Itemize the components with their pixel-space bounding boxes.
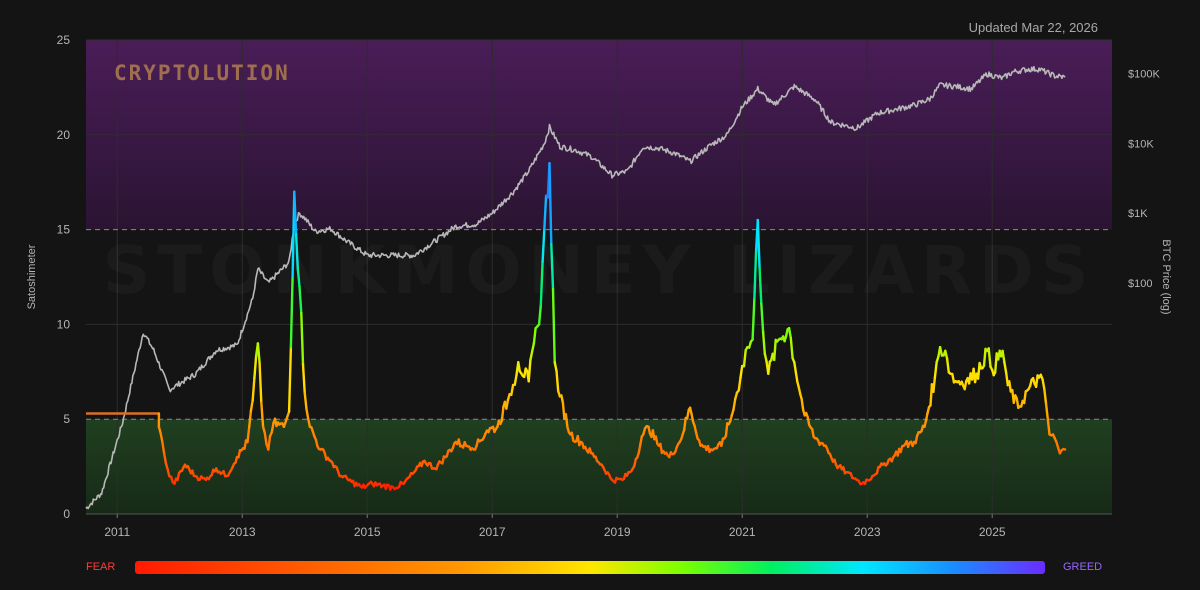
y-tick-label: 20 bbox=[57, 128, 71, 142]
satoshimeter-segment bbox=[739, 364, 744, 379]
satoshimeter-segment bbox=[1008, 380, 1012, 393]
satoshimeter-segment bbox=[564, 413, 569, 429]
greed-label: GREED bbox=[1063, 561, 1103, 573]
satoshimeter-segment bbox=[1003, 361, 1008, 374]
satoshimeter-segment bbox=[761, 330, 766, 355]
y-tick-label: 15 bbox=[57, 223, 71, 237]
satoshimeter-segment bbox=[247, 409, 253, 429]
y-tick-label: 10 bbox=[57, 317, 71, 331]
satoshimeter-segment bbox=[933, 360, 938, 379]
satoshimeter-segment bbox=[307, 417, 312, 428]
x-tick-label: 2017 bbox=[479, 525, 506, 539]
satoshimeter-segment bbox=[256, 342, 261, 365]
satoshimeter-segment bbox=[686, 408, 690, 420]
satoshimeter-segment bbox=[945, 357, 950, 374]
satoshimeter-segment bbox=[938, 346, 944, 357]
updated-date: Updated Mar 22, 2026 bbox=[968, 20, 1098, 35]
fear-greed-color-scale bbox=[135, 561, 1045, 574]
satoshimeter-segment bbox=[301, 363, 306, 394]
y-axis-label: Satoshimeter bbox=[26, 244, 38, 310]
satoshimeter-segment bbox=[555, 369, 560, 393]
satoshimeter-segment bbox=[500, 405, 505, 422]
satoshimeter-segment bbox=[527, 358, 532, 383]
y-tick-label: 25 bbox=[57, 33, 71, 47]
satoshimeter-segment bbox=[787, 327, 792, 340]
y2-tick-label: $1K bbox=[1128, 208, 1148, 220]
satoshimeter-chart: 0 5 10 15 20 25 2011 2013 2015 2017 2019 2021 2023 20… bbox=[0, 0, 1200, 590]
satoshimeter-segment bbox=[529, 350, 534, 362]
x-tick-label: 2023 bbox=[854, 525, 881, 539]
satoshimeter-segment bbox=[951, 372, 956, 384]
satoshimeter-segment bbox=[737, 376, 742, 392]
satoshimeter-segment bbox=[531, 342, 536, 353]
x-tick-label: 2013 bbox=[229, 525, 256, 539]
satoshimeter-segment bbox=[505, 399, 510, 410]
satoshimeter-segment bbox=[932, 376, 937, 393]
satoshimeter-segment bbox=[1046, 417, 1051, 436]
satoshimeter-segment bbox=[287, 346, 293, 413]
satoshimeter-segment bbox=[800, 398, 805, 412]
satoshimeter-segment bbox=[683, 416, 687, 431]
y-tick-label: 0 bbox=[63, 507, 70, 521]
satoshimeter-segment bbox=[789, 336, 794, 360]
satoshimeter-segment bbox=[303, 391, 308, 411]
satoshimeter-segment bbox=[742, 349, 747, 368]
satoshimeter-segment bbox=[806, 415, 811, 427]
satoshimeter-segment bbox=[513, 373, 518, 386]
x-tick-label: 2025 bbox=[979, 525, 1006, 539]
cryptolution-logo: CRYPTOLUTION bbox=[114, 61, 290, 85]
satoshimeter-segment bbox=[982, 347, 987, 367]
satoshimeter-segment bbox=[305, 408, 310, 421]
y2-tick-label: $10K bbox=[1128, 138, 1154, 150]
satoshimeter-segment bbox=[1041, 378, 1046, 391]
satoshimeter-segment bbox=[637, 443, 642, 454]
satoshimeter-segment bbox=[553, 361, 558, 373]
satoshimeter-segment bbox=[639, 435, 643, 446]
satoshimeter-segment bbox=[263, 431, 268, 446]
satoshimeter-segment bbox=[510, 383, 515, 396]
satoshimeter-segment bbox=[724, 422, 729, 438]
satoshimeter-segment bbox=[793, 361, 797, 374]
satoshimeter-segment bbox=[987, 347, 992, 368]
satoshimeter-segment bbox=[1001, 349, 1006, 364]
satoshimeter-segment bbox=[300, 311, 305, 366]
satoshimeter-segment bbox=[270, 421, 275, 434]
satoshimeter-segment bbox=[249, 399, 254, 413]
satoshimeter-segment bbox=[251, 376, 256, 402]
y2-tick-label: $100K bbox=[1128, 68, 1160, 80]
satoshimeter-segment bbox=[161, 441, 166, 455]
fear-zone bbox=[86, 419, 1112, 514]
satoshimeter-segment bbox=[253, 355, 258, 380]
satoshimeter-segment bbox=[767, 360, 771, 375]
satoshimeter-segment bbox=[944, 349, 949, 360]
satoshimeter-segment bbox=[267, 435, 272, 451]
watermark: STONKMONEY LIZARDS bbox=[86, 232, 1112, 309]
x-tick-label: 2019 bbox=[604, 525, 631, 539]
satoshimeter-segment bbox=[246, 425, 251, 444]
y-tick-label: 5 bbox=[63, 412, 70, 426]
satoshimeter-segment bbox=[1044, 402, 1050, 421]
satoshimeter-segment bbox=[1022, 390, 1027, 405]
y2-tick-label: $100 bbox=[1128, 278, 1152, 290]
x-tick-label: 2011 bbox=[104, 525, 130, 539]
satoshimeter-segment bbox=[773, 338, 777, 362]
satoshimeter-segment bbox=[532, 327, 537, 345]
x-tick-label: 2021 bbox=[729, 525, 756, 539]
satoshimeter-segment bbox=[794, 370, 799, 383]
fear-label: FEAR bbox=[86, 561, 116, 573]
satoshimeter-segment bbox=[1043, 387, 1048, 405]
satoshimeter-segment bbox=[732, 397, 737, 411]
y2-axis-label: BTC Price (log) bbox=[1160, 239, 1172, 315]
satoshimeter-segment bbox=[517, 361, 521, 373]
x-tick-label: 2015 bbox=[354, 525, 381, 539]
satoshimeter-segment bbox=[258, 361, 263, 404]
